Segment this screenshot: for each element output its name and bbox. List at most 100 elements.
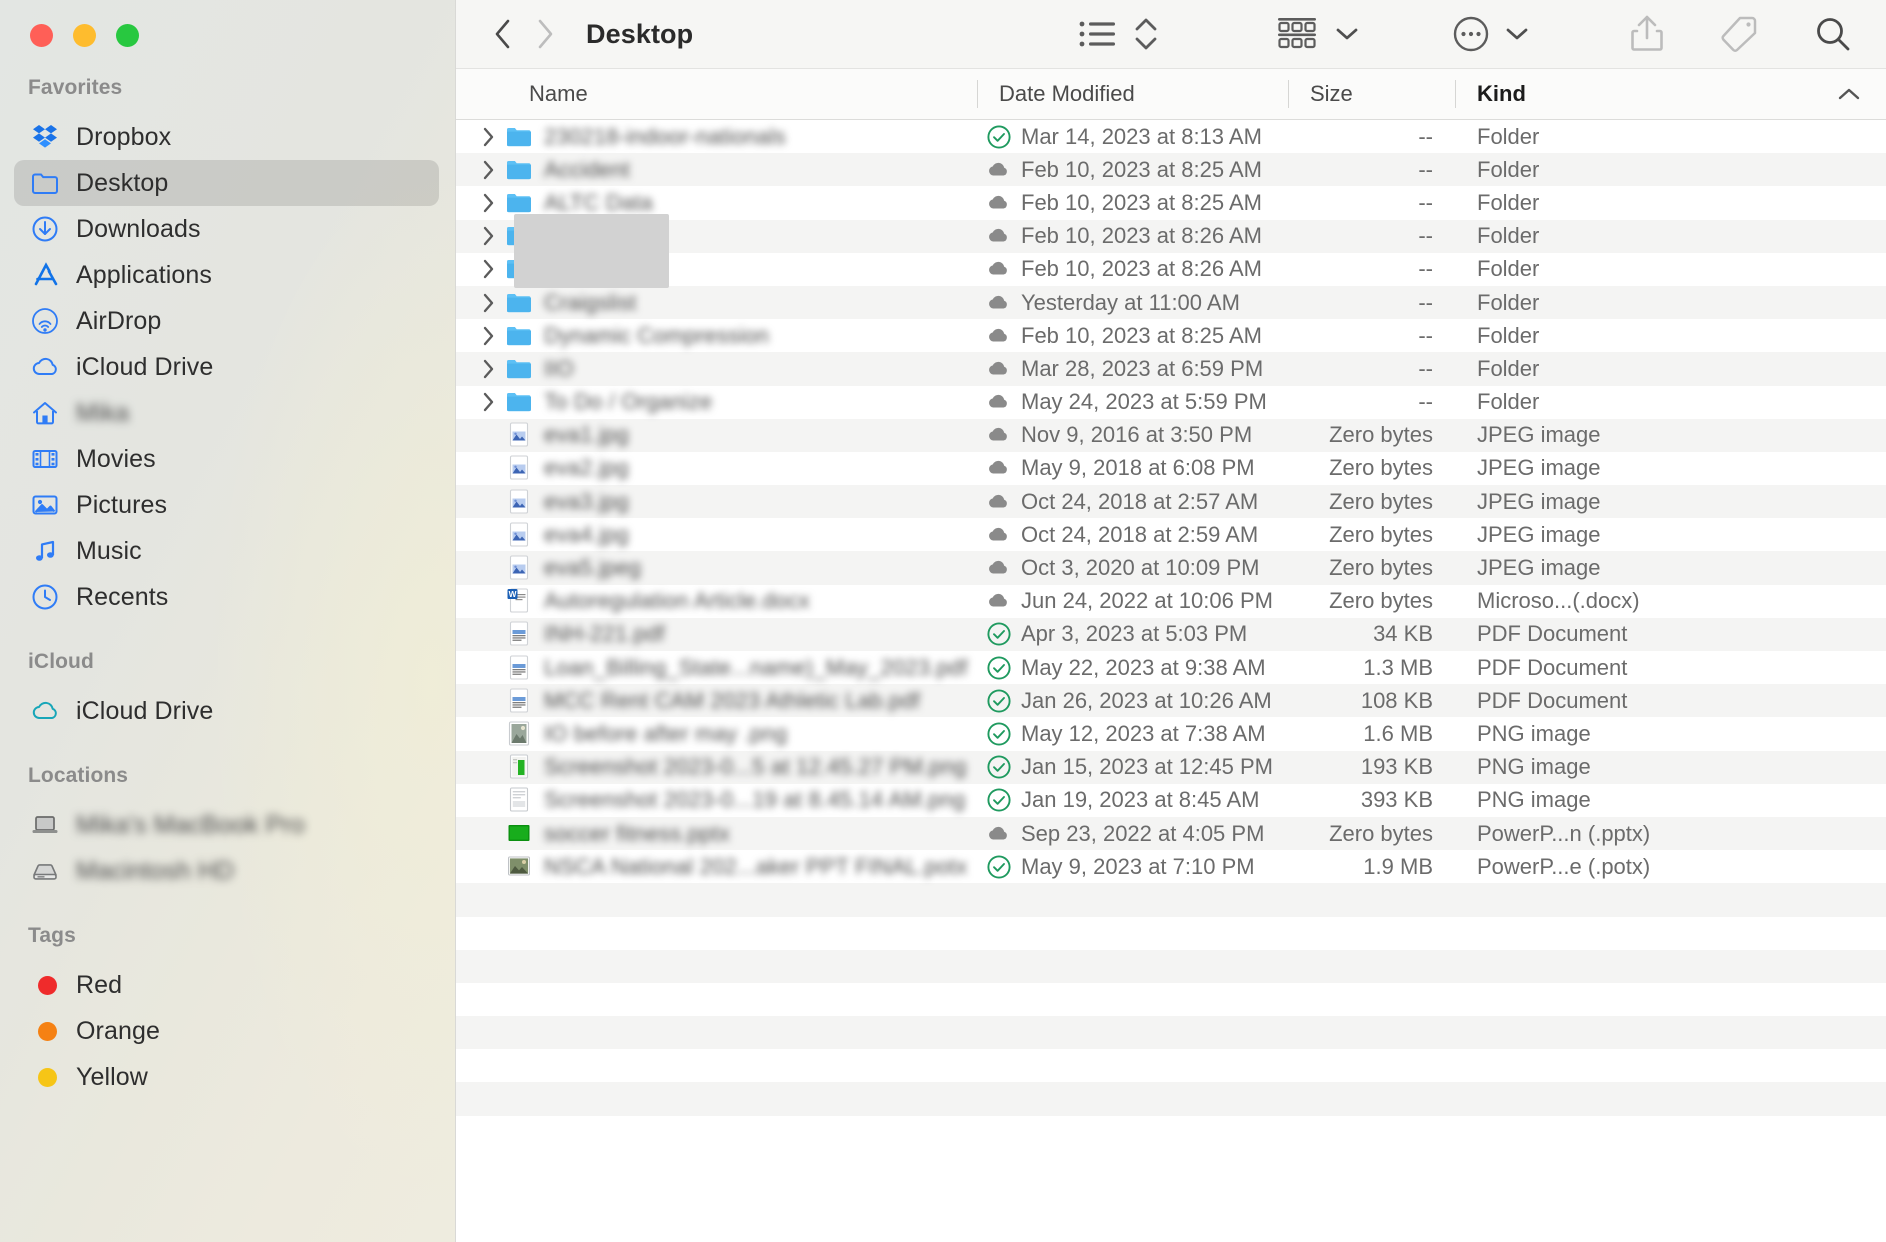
table-row[interactable]: Dynamic Compression Feb 10, 2023 at 8:25 … xyxy=(456,319,1886,352)
table-row[interactable]: W Autoregulation Article.docx Jun 24, 2022… xyxy=(456,585,1886,618)
more-actions-control[interactable] xyxy=(1452,15,1530,53)
sidebar-item-desktop[interactable]: Desktop xyxy=(14,160,439,206)
share-button[interactable] xyxy=(1626,9,1668,59)
disclosure-triangle-icon[interactable] xyxy=(478,159,500,181)
table-row[interactable]: eva5.jpeg Oct 3, 2020 at 10:09 PM Zero byt… xyxy=(456,551,1886,585)
table-row[interactable]: Accident Feb 10, 2023 at 8:25 AM -- Folder xyxy=(456,153,1886,187)
sidebar-item-mika-s-macbook-pro[interactable]: Mika's MacBook Pro xyxy=(14,802,439,848)
sidebar-item-icloud-drive[interactable]: iCloud Drive xyxy=(14,344,439,390)
table-row[interactable]: IIO Mar 28, 2023 at 6:59 PM -- Folder xyxy=(456,352,1886,386)
table-row[interactable]: MCC Rent CAM 2023 Athletic Lab.pdf Jan 26… xyxy=(456,684,1886,718)
size-cell: -- xyxy=(1418,223,1433,249)
kind-cell: PDF Document xyxy=(1477,687,1628,713)
disclosure-triangle-icon[interactable] xyxy=(478,258,500,280)
sort-order-button[interactable] xyxy=(1124,9,1168,59)
size-cell: 108 KB xyxy=(1360,687,1433,713)
sidebar-item-applications[interactable]: Applications xyxy=(14,252,439,298)
disclosure-triangle-icon[interactable] xyxy=(478,225,500,247)
column-header-name[interactable]: Name xyxy=(456,69,977,119)
table-row[interactable]: ALTC Data Feb 10, 2023 at 8:25 AM -- Folder xyxy=(456,186,1886,219)
file-name-cell: IIO xyxy=(456,355,977,383)
table-row[interactable]: eva3.jpg Oct 24, 2018 at 2:57 AM Zero byte… xyxy=(456,485,1886,519)
table-row[interactable]: IO before after may .png May 12, 2023 at … xyxy=(456,717,1886,750)
file-name-label: IIO xyxy=(544,355,574,381)
table-row[interactable]: eva2.jpg May 9, 2018 at 6:08 PM Zero bytes… xyxy=(456,452,1886,485)
table-row[interactable]: INH-221.pdf Apr 3, 2023 at 5:03 PM 34 KB PD… xyxy=(456,617,1886,651)
table-row[interactable]: Screenshot 2023-0...19 at 8.45.14 AM.png… xyxy=(456,784,1886,817)
column-header-kind[interactable]: Kind xyxy=(1455,69,1886,119)
sidebar-item-music[interactable]: Music xyxy=(14,528,439,574)
search-button[interactable] xyxy=(1812,9,1854,59)
date-modified-cell: Mar 28, 2023 at 6:59 PM xyxy=(1021,355,1264,381)
table-row[interactable]: eva4.jpg Oct 24, 2018 at 2:59 AM Zero byte… xyxy=(456,518,1886,551)
sidebar-section-header: Locations xyxy=(28,764,129,787)
file-name-cell: W Autoregulation Article.docx xyxy=(456,587,977,615)
list-view-button[interactable] xyxy=(1072,9,1124,59)
jpeg-icon xyxy=(504,488,534,516)
disclosure-triangle-icon[interactable] xyxy=(478,292,500,314)
maximize-button[interactable] xyxy=(116,24,139,47)
minimize-button[interactable] xyxy=(73,24,96,47)
size-cell: 1.9 MB xyxy=(1363,853,1433,879)
downloaded-check-icon xyxy=(977,787,1021,813)
column-header-date-modified[interactable]: Date Modified xyxy=(977,69,1288,119)
file-name-label: eva3.jpg xyxy=(544,488,629,514)
table-row[interactable]: 230218-indoor-nationals Mar 14, 2023 at 8… xyxy=(456,120,1886,153)
sidebar-item-pictures[interactable]: Pictures xyxy=(14,482,439,528)
table-row[interactable]: soccer fitness.pptx Sep 23, 2022 at 4:05 … xyxy=(456,816,1886,851)
sidebar-item-red[interactable]: Red xyxy=(14,962,439,1008)
close-button[interactable] xyxy=(30,24,53,47)
table-row[interactable]: MediaFeb 10, 2023 at 8:26 AM--Folder xyxy=(456,214,1886,263)
table-row[interactable]: Screenshot 2023-0...5 at 12.45.27 PM.png… xyxy=(456,750,1886,784)
file-name-cell: Accident xyxy=(456,156,977,184)
sidebar-item-airdrop[interactable]: AirDrop xyxy=(14,298,439,344)
file-name-cell: eva1.jpg xyxy=(456,421,977,449)
sidebar-item-movies[interactable]: Movies xyxy=(14,436,439,482)
sidebar-item-downloads[interactable]: Downloads xyxy=(14,206,439,252)
file-name-cell: Loan_Billing_State...name)_May_2023.pdf xyxy=(456,654,977,682)
file-name-label: eva1.jpg xyxy=(544,422,629,448)
chevron-down-icon xyxy=(1506,28,1528,40)
size-cell: -- xyxy=(1418,156,1433,182)
cloud-status-icon xyxy=(977,256,1021,282)
file-name-label: IO before after may .png xyxy=(544,720,788,746)
cloud-status-icon xyxy=(977,555,1021,581)
table-row[interactable]: eva1.jpg Nov 9, 2016 at 3:50 PM Zero bytes… xyxy=(456,418,1886,452)
size-cell: Zero bytes xyxy=(1329,422,1433,448)
sidebar-item-icloud-drive[interactable]: iCloud Drive xyxy=(14,688,439,734)
disclosure-triangle-icon[interactable] xyxy=(478,325,500,347)
disclosure-triangle-icon[interactable] xyxy=(478,126,500,148)
sidebar-scroll[interactable]: Favorites Dropbox Desktop Downloads Applicat… xyxy=(0,0,455,1100)
column-header-size[interactable]: Size xyxy=(1288,69,1455,119)
forward-button[interactable] xyxy=(524,9,566,59)
tag-color-dot xyxy=(38,975,57,995)
table-row[interactable]: To Do / Organize May 24, 2023 at 5:59 PM -… xyxy=(456,386,1886,419)
table-row[interactable]: Craigslist Yesterday at 11:00 AM -- Folder xyxy=(456,285,1886,320)
cloud-status-icon xyxy=(977,489,1021,515)
table-row[interactable]: Loan_Billing_State...name)_May_2023.pdf M… xyxy=(456,651,1886,684)
disclosure-triangle-icon[interactable] xyxy=(478,358,500,380)
file-name-label: NSCA National 202...aker PPT FINAL.potx xyxy=(544,853,968,879)
sidebar-section-header: Tags xyxy=(28,924,76,947)
back-button[interactable] xyxy=(482,9,524,59)
sidebar-item-recents[interactable]: Recents xyxy=(14,574,439,620)
sidebar-item-orange[interactable]: Orange xyxy=(14,1008,439,1054)
disclosure-triangle-icon[interactable] xyxy=(478,391,500,413)
sidebar-item-yellow[interactable]: Yellow xyxy=(14,1054,439,1100)
download-icon xyxy=(30,214,60,244)
sidebar-item-dropbox[interactable]: Dropbox xyxy=(14,114,439,160)
disclosure-triangle-icon[interactable] xyxy=(478,192,500,214)
sidebar-item-label: Dropbox xyxy=(76,122,172,151)
sort-updown-icon xyxy=(1135,18,1157,50)
add-tag-button[interactable] xyxy=(1718,9,1760,59)
sidebar-item-mika[interactable]: Mika xyxy=(14,390,439,436)
sidebar-item-macintosh-hd[interactable]: Macintosh HD xyxy=(14,848,439,894)
table-row[interactable]: NSCA National 202...aker PPT FINAL.potx M… xyxy=(456,850,1886,883)
file-name-cell: INH-221.pdf xyxy=(456,620,977,648)
kind-cell: Folder xyxy=(1477,156,1540,182)
group-by-control[interactable] xyxy=(1276,16,1360,52)
empty-row xyxy=(456,1016,1886,1050)
table-row[interactable]: Feb 10, 2023 at 8:26 AM -- Folder xyxy=(456,240,1886,289)
file-list[interactable]: 230218-indoor-nationals Mar 14, 2023 at 8… xyxy=(456,120,1886,1242)
file-name-label: 230218-indoor-nationals xyxy=(544,123,786,149)
